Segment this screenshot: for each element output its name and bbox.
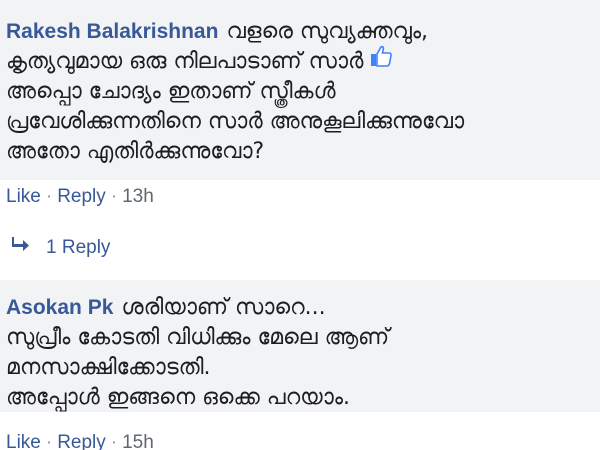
comment-text: കൃത്യവുമായ ഒരു നിലപാടാണ് സാർ (6, 49, 364, 74)
reply-link[interactable]: Reply (57, 186, 106, 207)
comment-line: കൃത്യവുമായ ഒരു നിലപാടാണ് സാർ (6, 44, 580, 77)
comment-text: ശരിയാണ് സാറെ... (121, 295, 326, 320)
separator-dot: · (110, 186, 118, 207)
like-link[interactable]: Like (6, 186, 41, 207)
comment-text: പ്രവേശിക്കുന്നതിനെ സാർ അനുകൂലിക്കുന്നുവോ (6, 109, 465, 134)
comment-bubble: Asokan Pk ശരിയാണ് സാറെ... സുപ്രീം കോടതി വ… (0, 280, 600, 412)
comment-text: അപ്പോൾ ഇങ്ങനെ ഒക്കെ പറയാം. (6, 385, 350, 410)
like-link[interactable]: Like (6, 432, 41, 450)
comment-timestamp[interactable]: 13h (122, 186, 154, 207)
comment-line: മനസാക്ഷിക്കോടതി. (6, 353, 580, 383)
comment-actions: Like · Reply · 13h (6, 186, 154, 208)
comment-line: അപ്പൊ ചോദ്യം ഇതാണ് സ്ത്രീകൾ (6, 77, 580, 107)
comment-text: അപ്പൊ ചോദ്യം ഇതാണ് സ്ത്രീകൾ (6, 79, 336, 104)
separator-dot: · (45, 186, 53, 207)
comment-line: അതോ എതിർക്കുന്നുവോ? (6, 137, 580, 167)
reply-arrow-icon (12, 235, 30, 257)
view-replies-label[interactable]: 1 Reply (46, 237, 110, 258)
separator-dot: · (45, 432, 53, 450)
thumbs-up-icon (369, 44, 393, 77)
comment-line: Rakesh Balakrishnan വളരെ സുവ്യക്തവും, (6, 17, 580, 47)
comment-text: അതോ എതിർക്കുന്നുവോ? (6, 139, 265, 164)
comment-author[interactable]: Asokan Pk (6, 296, 113, 319)
comment-text: വളരെ സുവ്യക്തവും, (226, 19, 429, 44)
comment-actions: Like · Reply · 15h (6, 432, 154, 450)
comment-timestamp[interactable]: 15h (122, 432, 154, 450)
comment-thread: Rakesh Balakrishnan വളരെ സുവ്യക്തവും, കൃത… (0, 0, 600, 450)
comment-author[interactable]: Rakesh Balakrishnan (6, 20, 218, 43)
separator-dot: · (110, 432, 118, 450)
comment-bubble: Rakesh Balakrishnan വളരെ സുവ്യക്തവും, കൃത… (0, 0, 600, 180)
comment-text: മനസാക്ഷിക്കോടതി. (6, 355, 211, 380)
comment-line: അപ്പോൾ ഇങ്ങനെ ഒക്കെ പറയാം. (6, 383, 580, 412)
comment-text: സുപ്രീം കോടതി വിധിക്കും മേലെ ആണ് (6, 325, 390, 350)
comment-line: Asokan Pk ശരിയാണ് സാറെ... (6, 293, 580, 323)
reply-link[interactable]: Reply (57, 432, 106, 450)
comment-line: സുപ്രീം കോടതി വിധിക്കും മേലെ ആണ് (6, 323, 580, 353)
comment-line: പ്രവേശിക്കുന്നതിനെ സാർ അനുകൂലിക്കുന്നുവോ (6, 107, 580, 137)
view-replies-link[interactable]: 1 Reply (12, 237, 110, 259)
